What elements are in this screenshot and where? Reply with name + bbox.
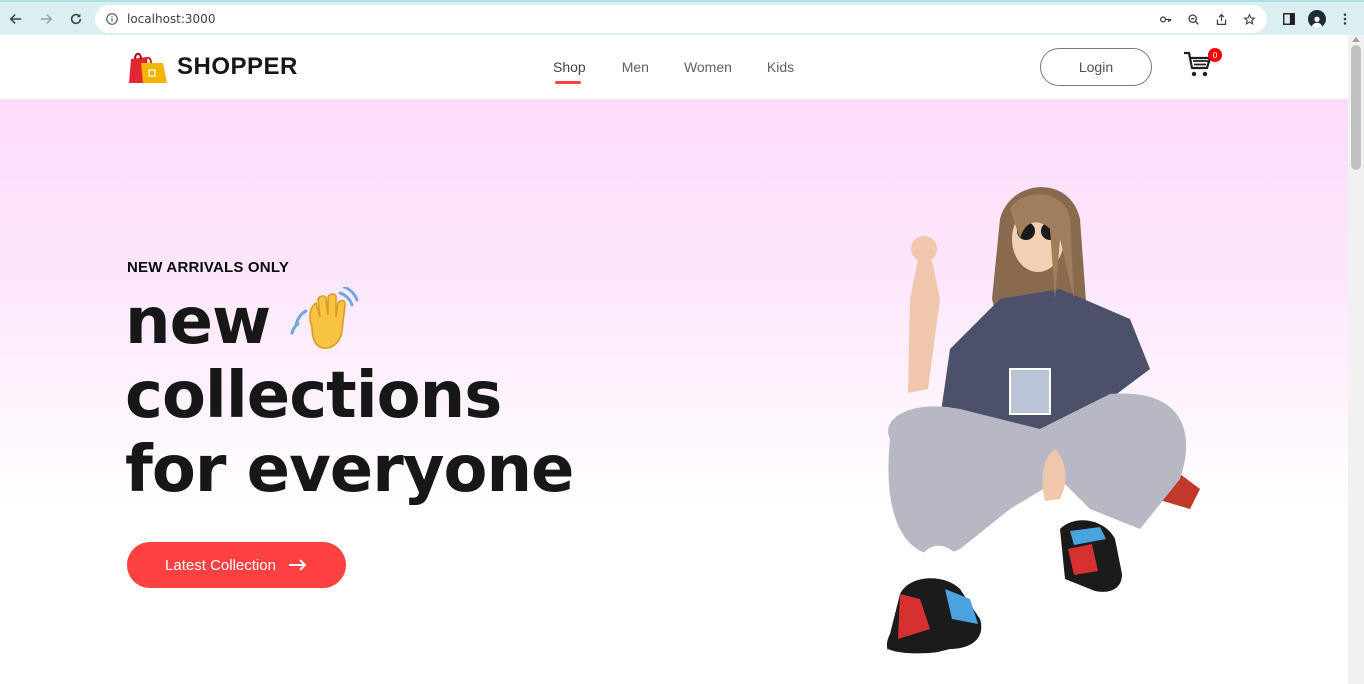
hero-eyebrow: NEW ARRIVALS ONLY <box>127 259 290 276</box>
sidepanel-icon[interactable] <box>1278 8 1300 30</box>
shopping-bag-icon <box>129 52 167 83</box>
key-icon[interactable] <box>1155 9 1175 29</box>
active-underline <box>555 81 582 84</box>
back-icon[interactable] <box>2 5 30 33</box>
share-icon[interactable] <box>1211 9 1231 29</box>
cart-button[interactable]: 0 <box>1183 48 1222 79</box>
menu-item-women[interactable]: Women <box>684 59 732 75</box>
menu-item-label: Shop <box>553 59 586 75</box>
url-text[interactable]: localhost:3000 <box>127 12 215 26</box>
menu-item-label: Men <box>621 59 649 75</box>
page-viewport: SHOPPER Shop Men Women Kids Login 0 NEW … <box>0 35 1348 684</box>
info-icon[interactable] <box>105 12 119 26</box>
headline-line-1: new <box>125 285 271 359</box>
brand-logo[interactable]: SHOPPER <box>127 49 298 85</box>
menu-item-men[interactable]: Men <box>622 59 649 75</box>
reload-icon[interactable] <box>62 5 90 33</box>
menu-item-shop[interactable]: Shop <box>553 59 586 84</box>
menu-item-label: Kids <box>766 59 795 75</box>
scrollbar-thumb[interactable] <box>1351 45 1361 170</box>
menu-item-label: Women <box>683 59 732 75</box>
address-bar[interactable]: localhost:3000 <box>95 5 1267 33</box>
arrow-right-icon <box>288 559 307 571</box>
cta-label: Latest Collection <box>165 556 276 574</box>
page-scrollbar[interactable] <box>1348 35 1364 684</box>
star-icon[interactable] <box>1239 9 1259 29</box>
headline-line-3: for everyone <box>125 433 574 507</box>
menu-icon[interactable] <box>1334 8 1356 30</box>
zoom-icon[interactable] <box>1183 9 1203 29</box>
main-menu: Shop Men Women Kids <box>553 35 794 99</box>
forward-icon[interactable] <box>32 5 60 33</box>
profile-icon[interactable] <box>1306 8 1328 30</box>
cart-count-badge: 0 <box>1208 48 1222 62</box>
latest-collection-button[interactable]: Latest Collection <box>127 542 346 588</box>
hero-model-image <box>886 187 1200 665</box>
login-button[interactable]: Login <box>1040 48 1152 86</box>
hero-headline: new collections for everyone <box>125 285 574 507</box>
waving-hand-icon <box>290 287 359 349</box>
hero-section: NEW ARRIVALS ONLY new collections for ev… <box>0 99 1348 684</box>
headline-line-2: collections <box>125 359 502 433</box>
scroll-up-icon[interactable] <box>1352 37 1360 42</box>
menu-item-kids[interactable]: Kids <box>767 59 794 75</box>
site-navbar: SHOPPER Shop Men Women Kids Login 0 <box>0 35 1348 99</box>
browser-toolbar: localhost:3000 <box>0 0 1364 35</box>
brand-name: SHOPPER <box>177 53 298 80</box>
